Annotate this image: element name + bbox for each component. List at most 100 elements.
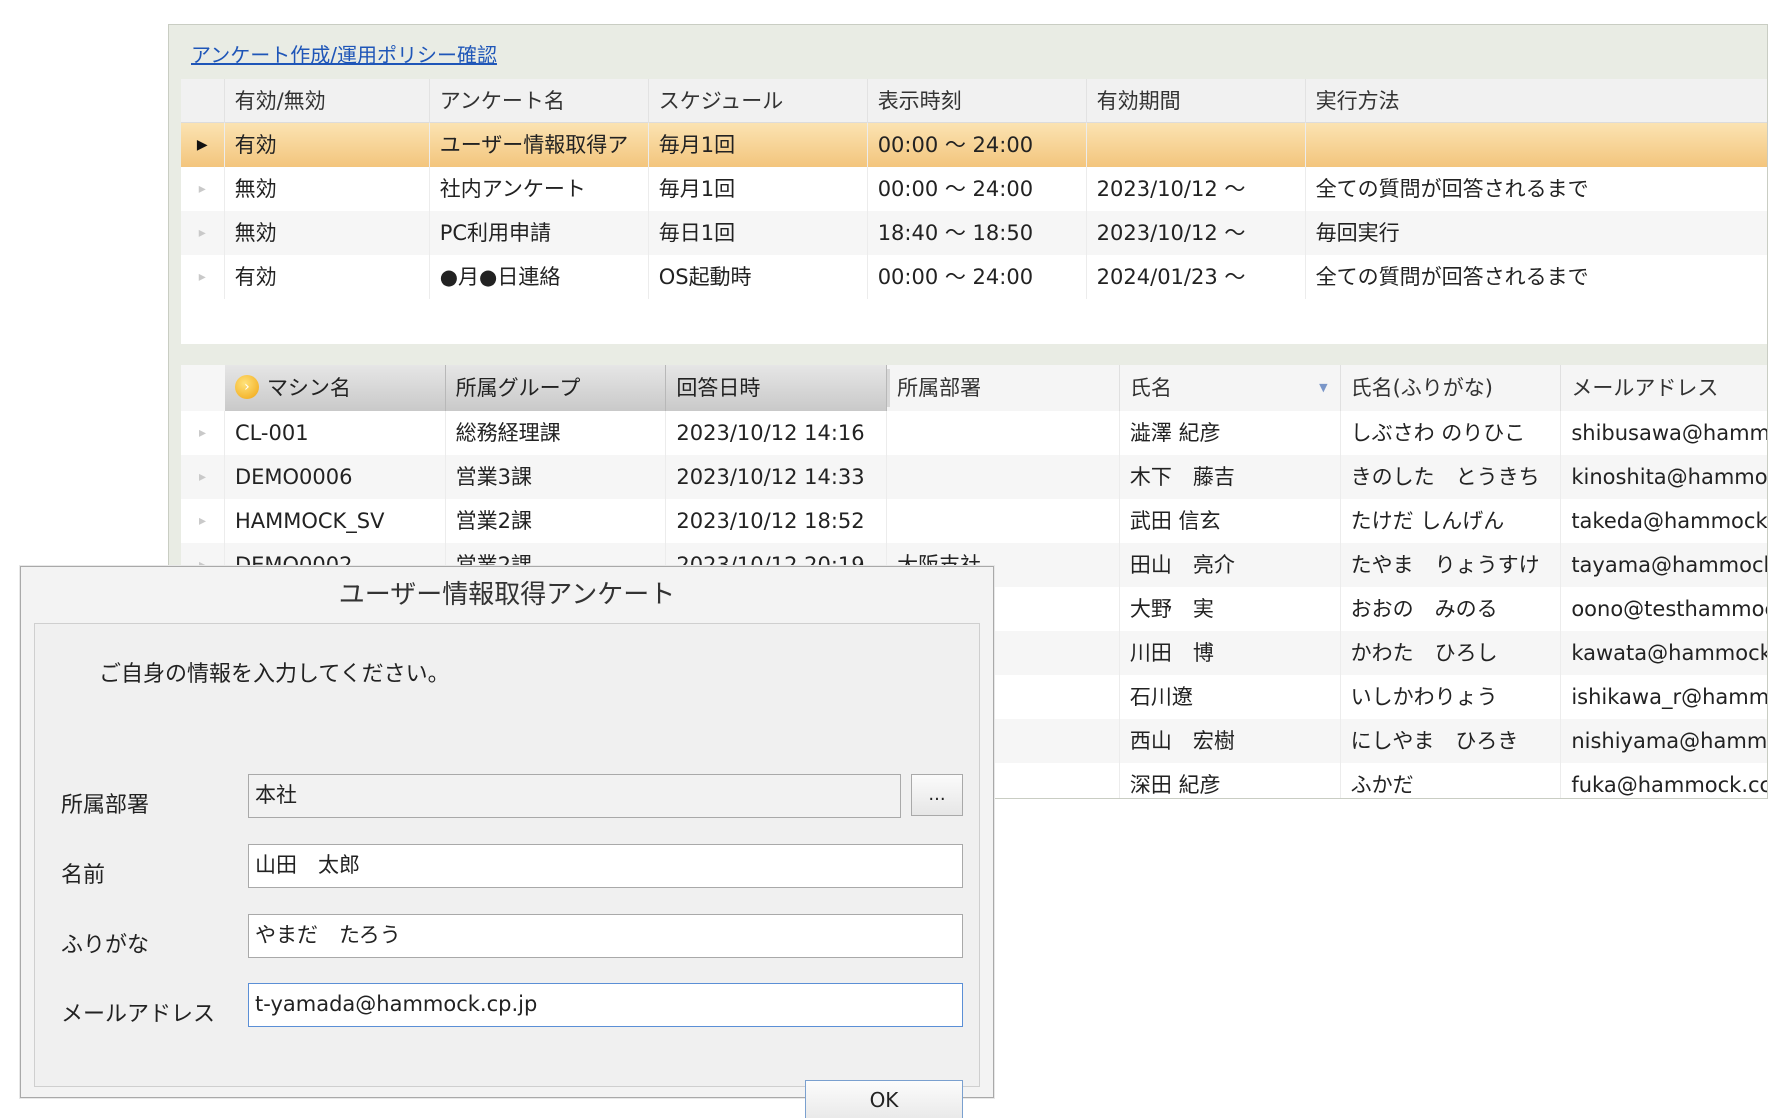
cell-display-time: 18:40 〜 18:50	[868, 211, 1087, 255]
cell-execution-method	[1306, 123, 1767, 167]
cell-enabled: 有効	[225, 255, 430, 299]
cell-survey-name: 社内アンケート	[430, 167, 649, 211]
cell-name: 大野 実	[1120, 587, 1341, 631]
row-indicator: ▸	[181, 499, 225, 543]
column-header-valid-period[interactable]: 有効期間	[1087, 79, 1306, 123]
response-grid-header: › マシン名 所属グループ 回答日時 所属部署 氏名 ▼ 氏名(ふりがな) メールア…	[181, 365, 1767, 411]
cell-schedule: 毎日1回	[649, 211, 868, 255]
column-header-machine-name[interactable]: › マシン名	[224, 365, 446, 411]
cell-group: 営業3課	[446, 455, 667, 499]
cell-schedule: OS起動時	[649, 255, 868, 299]
name-label: 名前	[61, 863, 106, 888]
group-by-icon: ›	[234, 375, 259, 399]
cell-name: 川田 博	[1120, 631, 1341, 675]
cell-execution-method: 毎回実行	[1306, 211, 1767, 255]
cell-answered-at: 2023/10/12 18:52	[666, 499, 888, 543]
row-header-corner	[181, 79, 225, 123]
cell-furigana: しぶさわ のりひこ	[1341, 411, 1562, 455]
row-header-corner	[181, 365, 225, 411]
cell-email: ishikawa_r@hamm	[1561, 675, 1767, 719]
email-label: メールアドレス	[61, 1002, 216, 1027]
furigana-field[interactable]: やまだ たろう	[248, 914, 963, 958]
cell-answered-at: 2023/10/12 14:16	[666, 411, 888, 455]
cell-email: kinoshita@hammo	[1561, 455, 1767, 499]
survey-row[interactable]: ▶ 有効 ユーザー情報取得ア 毎月1回 00:00 〜 24:00	[181, 123, 1767, 167]
browse-department-button[interactable]: ...	[911, 774, 963, 816]
cell-name: 石川遼	[1120, 675, 1341, 719]
column-header-survey-name[interactable]: アンケート名	[430, 79, 649, 123]
cell-schedule: 毎月1回	[649, 123, 868, 167]
cell-enabled: 有効	[225, 123, 430, 167]
cell-furigana: にしやま ひろき	[1341, 719, 1562, 763]
row-indicator: ▸	[181, 411, 225, 455]
cell-display-time: 00:00 〜 24:00	[868, 255, 1087, 299]
cell-schedule: 毎月1回	[649, 167, 868, 211]
cell-email: oono@testhammoc	[1561, 587, 1767, 631]
survey-grid-header: 有効/無効 アンケート名 スケジュール 表示時刻 有効期間 実行方法	[181, 79, 1767, 123]
cell-name: 深田 紀彦	[1120, 763, 1341, 798]
policy-confirm-link[interactable]: アンケート作成/運用ポリシー確認	[191, 39, 497, 68]
column-header-enabled[interactable]: 有効/無効	[225, 79, 430, 123]
cell-enabled: 無効	[225, 167, 430, 211]
cell-furigana: ふかだ	[1341, 763, 1562, 798]
cell-display-time: 00:00 〜 24:00	[868, 167, 1087, 211]
cell-furigana: いしかわりょう	[1341, 675, 1562, 719]
cell-name: 澁澤 紀彦	[1120, 411, 1341, 455]
cell-group: 総務経理課	[446, 411, 667, 455]
cell-furigana: おおの みのる	[1341, 587, 1562, 631]
survey-row[interactable]: ▸ 有効 ●月●日連絡 OS起動時 00:00 〜 24:00 2024/01/23 〜全…	[181, 255, 1767, 299]
dialog-body: ご自身の情報を入力してください。 所属部署 本社 ... 名前 山田 太郎 ふり…	[34, 623, 980, 1118]
row-indicator: ▸	[181, 455, 225, 499]
row-indicator: ▸	[181, 255, 225, 299]
department-field[interactable]: 本社	[248, 774, 901, 818]
column-splitter[interactable]	[887, 369, 890, 407]
cell-email: tayama@hammock	[1561, 543, 1767, 587]
cell-display-time: 00:00 〜 24:00	[868, 123, 1087, 167]
cell-furigana: きのした とうきち	[1341, 455, 1562, 499]
cell-name: 西山 宏樹	[1120, 719, 1341, 763]
cell-email: shibusawa@hamm	[1561, 411, 1767, 455]
response-row[interactable]: ▸ HAMMOCK_SV 営業2課 2023/10/12 18:52 武田 信玄 たけだ …	[181, 499, 1767, 543]
column-header-name[interactable]: 氏名 ▼	[1119, 365, 1341, 411]
cell-enabled: 無効	[225, 211, 430, 255]
row-indicator: ▸	[181, 211, 225, 255]
column-header-answered-at[interactable]: 回答日時	[666, 365, 888, 411]
column-header-schedule[interactable]: スケジュール	[649, 79, 868, 123]
name-field[interactable]: 山田 太郎	[248, 844, 963, 888]
cell-email: fuka@hammock.cc	[1561, 763, 1767, 798]
column-header-furigana[interactable]: 氏名(ふりがな)	[1340, 365, 1562, 411]
response-row[interactable]: ▸ CL-001 総務経理課 2023/10/12 14:16 澁澤 紀彦 しぶさわ のり…	[181, 411, 1767, 455]
cell-machine-name: CL-001	[225, 411, 446, 455]
cell-email: takeda@hammock.	[1561, 499, 1767, 543]
cell-valid-period: 2023/10/12 〜	[1087, 167, 1306, 211]
survey-row[interactable]: ▸ 無効 PC利用申請 毎日1回 18:40 〜 18:50 2023/10/12 〜毎回…	[181, 211, 1767, 255]
column-header-group[interactable]: 所属グループ	[445, 365, 667, 411]
cell-group: 営業2課	[446, 499, 667, 543]
cell-valid-period: 2023/10/12 〜	[1087, 211, 1306, 255]
cell-name: 木下 藤吉	[1120, 455, 1341, 499]
cell-department	[887, 411, 1120, 455]
cell-name: 田山 亮介	[1120, 543, 1341, 587]
cell-execution-method: 全ての質問が回答されるまで	[1306, 167, 1767, 211]
cell-department	[887, 455, 1120, 499]
cell-machine-name: DEMO0006	[225, 455, 446, 499]
cell-survey-name: PC利用申請	[430, 211, 649, 255]
response-row[interactable]: ▸ DEMO0006 営業3課 2023/10/12 14:33 木下 藤吉 きのした と…	[181, 455, 1767, 499]
row-indicator: ▸	[181, 167, 225, 211]
column-header-execution-method[interactable]: 実行方法	[1306, 79, 1767, 123]
column-header-display-time[interactable]: 表示時刻	[868, 79, 1087, 123]
column-header-department[interactable]: 所属部署	[887, 365, 1120, 411]
email-field[interactable]: t-yamada@hammock.cp.jp	[248, 983, 963, 1027]
sort-descending-icon: ▼	[1319, 381, 1328, 394]
cell-valid-period	[1087, 123, 1306, 167]
ok-button[interactable]: OK	[805, 1080, 963, 1118]
column-header-email[interactable]: メールアドレス	[1561, 365, 1767, 411]
row-indicator: ▶	[181, 123, 225, 167]
cell-email: kawata@hammock	[1561, 631, 1767, 675]
furigana-label: ふりがな	[61, 933, 150, 958]
cell-survey-name: ユーザー情報取得ア	[430, 123, 649, 167]
cell-furigana: たけだ しんげん	[1341, 499, 1562, 543]
dialog-prompt: ご自身の情報を入力してください。	[99, 662, 450, 687]
cell-department	[887, 499, 1120, 543]
survey-row[interactable]: ▸ 無効 社内アンケート 毎月1回 00:00 〜 24:00 2023/10/12 〜全…	[181, 167, 1767, 211]
